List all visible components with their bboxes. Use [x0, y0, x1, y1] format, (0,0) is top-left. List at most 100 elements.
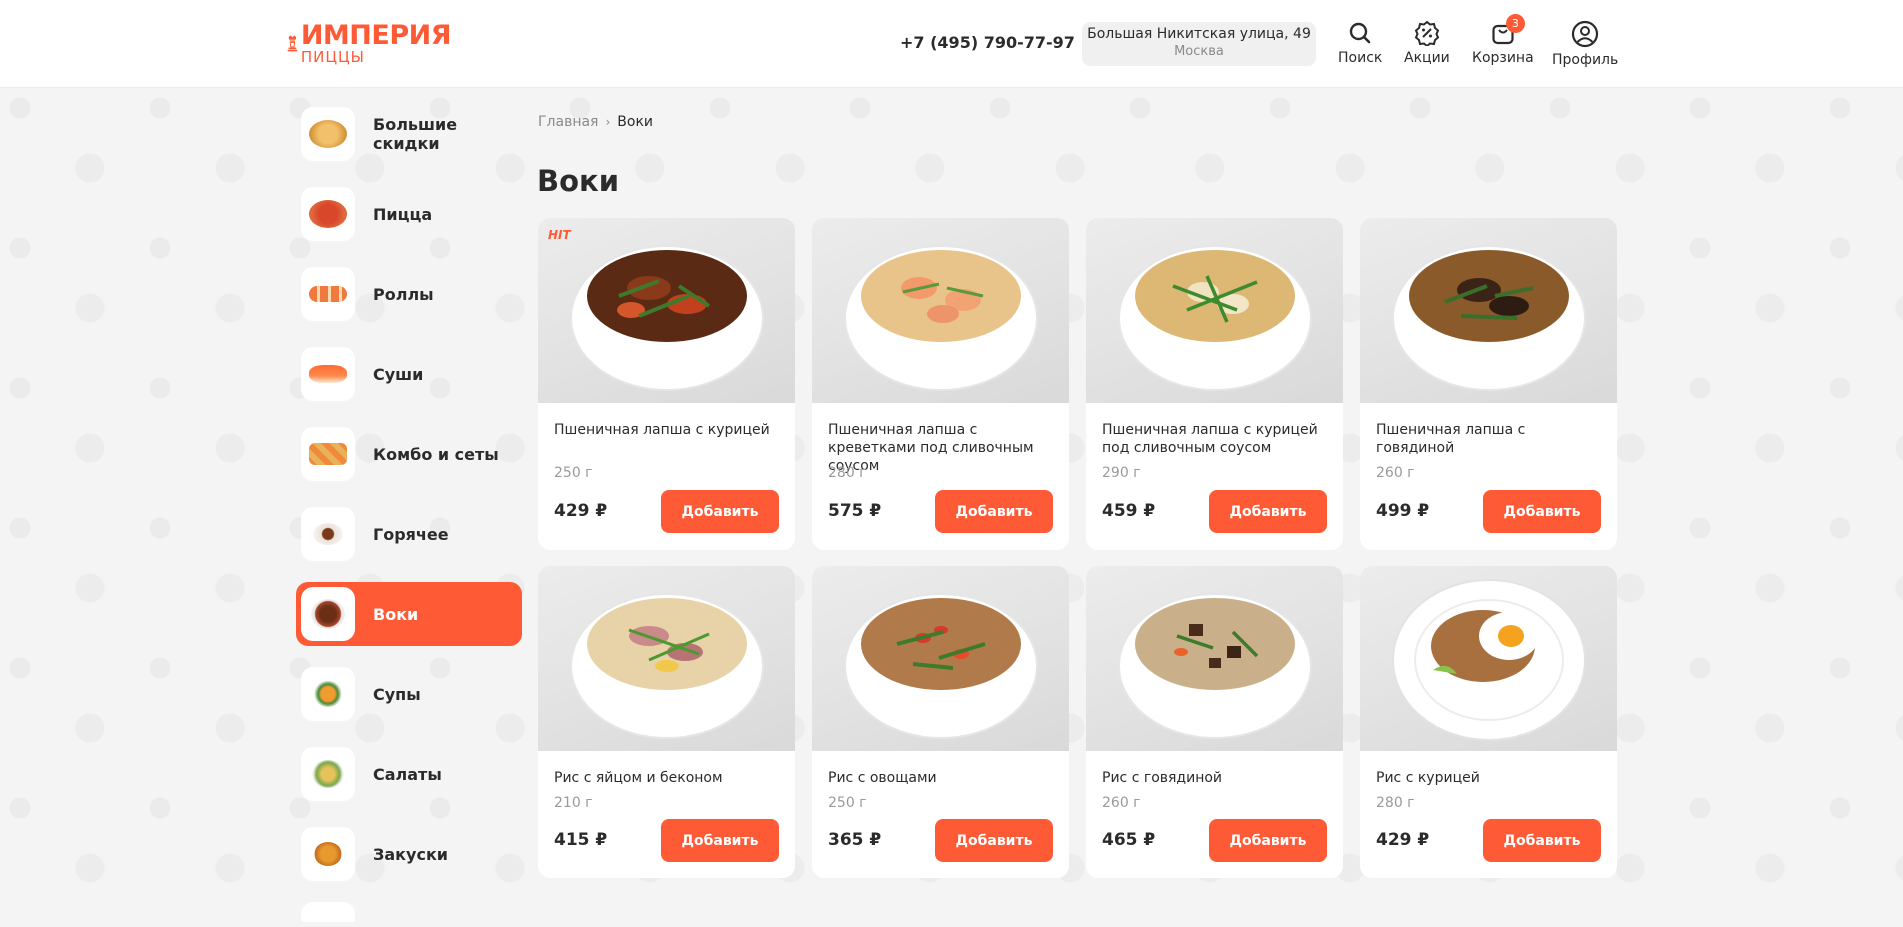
logo[interactable]: ИМПЕРИЯ ПИЦЦЫ — [286, 14, 452, 72]
rice-bowl-image — [1117, 592, 1312, 739]
sidebar-item-pizza[interactable]: Пицца — [296, 182, 522, 246]
hit-badge: HIT — [548, 228, 571, 242]
snacks-thumb-icon — [301, 827, 355, 881]
product-price: 365 ₽ — [828, 830, 882, 850]
product-image — [1360, 566, 1617, 751]
product-name: Рис с яйцом и беконом — [554, 770, 723, 786]
product-card[interactable]: Рис с говядиной 260 г 465 ₽ Добавить — [1086, 566, 1343, 878]
sidebar-item-label: Воки — [373, 604, 419, 624]
site-header: ИМПЕРИЯ ПИЦЦЫ +7 (495) 790-77-97 Большая… — [0, 0, 1903, 88]
product-price: 575 ₽ — [828, 501, 882, 521]
sidebar-item-hot[interactable]: Горячее — [296, 502, 522, 566]
page-title: Воки — [537, 164, 620, 198]
nav-search[interactable]: Поиск — [1338, 20, 1382, 66]
crown-logo-icon — [287, 35, 298, 52]
product-card[interactable]: Рис с яйцом и беконом 210 г 415 ₽ Добави… — [538, 566, 795, 878]
noodle-bowl-image — [569, 244, 764, 391]
add-to-cart-button[interactable]: Добавить — [661, 490, 779, 533]
noodle-bowl-image — [1391, 244, 1586, 391]
breadcrumb-home-link[interactable]: Главная — [538, 114, 598, 130]
category-sidebar: Большие скидки Пицца Роллы Суши Комбо и … — [296, 102, 522, 927]
combo-thumb-icon — [301, 427, 355, 481]
address-selector[interactable]: Большая Никитская улица, 49 Москва — [1082, 22, 1316, 66]
discount-badge-icon — [1414, 20, 1440, 46]
rolls-thumb-icon — [301, 267, 355, 321]
pizza-thumb-icon — [301, 107, 355, 161]
sidebar-item-big-discounts[interactable]: Большие скидки — [296, 102, 522, 166]
sidebar-item-salads[interactable]: Салаты — [296, 742, 522, 806]
add-to-cart-button[interactable]: Добавить — [1209, 490, 1327, 533]
sidebar-item-rolls[interactable]: Роллы — [296, 262, 522, 326]
add-to-cart-button[interactable]: Добавить — [1483, 819, 1601, 862]
product-name: Пшеничная лапша с курицей под сливочным … — [1102, 422, 1318, 456]
sidebar-item-label: Пицца — [373, 204, 433, 224]
add-to-cart-button[interactable]: Добавить — [1209, 819, 1327, 862]
rice-bowl-image — [843, 592, 1038, 739]
sidebar-item-label: Комбо и сеты — [373, 444, 499, 464]
nav-promos-label: Акции — [1404, 50, 1450, 66]
product-price: 429 ₽ — [554, 501, 608, 521]
nav-promos[interactable]: Акции — [1404, 20, 1450, 66]
rice-bowl-image — [569, 592, 764, 739]
product-name: Пшеничная лапша с курицей — [554, 422, 770, 438]
sidebar-item-woks[interactable]: Воки — [296, 582, 522, 646]
sidebar-item-label: Салаты — [373, 764, 442, 784]
product-name: Рис с курицей — [1376, 770, 1480, 786]
product-weight: 250 г — [828, 795, 867, 811]
product-card[interactable]: Рис с курицей 280 г 429 ₽ Добавить — [1360, 566, 1617, 878]
chevron-right-icon: › — [605, 115, 611, 129]
noodle-bowl-image — [843, 244, 1038, 391]
sidebar-item-more[interactable] — [296, 902, 522, 922]
product-weight: 210 г — [554, 795, 593, 811]
sidebar-item-label: Суши — [373, 364, 424, 384]
sidebar-item-sushi[interactable]: Суши — [296, 342, 522, 406]
add-to-cart-button[interactable]: Добавить — [1483, 490, 1601, 533]
product-name: Рис с говядиной — [1102, 770, 1223, 786]
nav-cart-label: Корзина — [1472, 50, 1534, 66]
add-to-cart-button[interactable]: Добавить — [935, 819, 1053, 862]
sidebar-item-combo[interactable]: Комбо и сеты — [296, 422, 522, 486]
logo-subtitle: ПИЦЦЫ — [300, 47, 365, 66]
product-image — [812, 566, 1069, 751]
product-card[interactable]: Пшеничная лапша с креветками под сливочн… — [812, 218, 1069, 550]
product-image — [1360, 218, 1617, 403]
dish-thumb-icon — [301, 902, 355, 922]
product-name: Пшеничная лапша с говядиной — [1376, 422, 1526, 456]
product-card[interactable]: HIT Пшеничная лапша с курицей 250 г 429 … — [538, 218, 795, 550]
product-weight: 290 г — [1102, 465, 1141, 481]
sidebar-item-label: Роллы — [373, 284, 434, 304]
nav-profile[interactable]: Профиль — [1552, 20, 1618, 68]
product-name: Рис с овощами — [828, 770, 937, 786]
nav-cart[interactable]: 3 Корзина — [1472, 14, 1534, 66]
sushi-thumb-icon — [301, 347, 355, 401]
address-city: Москва — [1174, 44, 1224, 59]
product-image: HIT — [538, 218, 795, 403]
product-card[interactable]: Пшеничная лапша с говядиной 260 г 499 ₽ … — [1360, 218, 1617, 550]
cart-count-badge: 3 — [1505, 14, 1525, 33]
product-card[interactable]: Рис с овощами 250 г 365 ₽ Добавить — [812, 566, 1069, 878]
product-weight: 260 г — [1102, 795, 1141, 811]
product-weight: 260 г — [1376, 465, 1415, 481]
product-price: 499 ₽ — [1376, 501, 1430, 521]
add-to-cart-button[interactable]: Добавить — [661, 819, 779, 862]
product-weight: 280 г — [1376, 795, 1415, 811]
product-card[interactable]: Пшеничная лапша с курицей под сливочным … — [1086, 218, 1343, 550]
product-image — [538, 566, 795, 751]
pizza-thumb-icon — [301, 187, 355, 241]
sidebar-item-soups[interactable]: Супы — [296, 662, 522, 726]
nav-profile-label: Профиль — [1552, 52, 1619, 68]
hot-dish-thumb-icon — [301, 507, 355, 561]
phone-number[interactable]: +7 (495) 790-77-97 — [900, 33, 1075, 52]
product-image — [1086, 218, 1343, 403]
breadcrumb: Главная › Воки — [538, 114, 653, 130]
address-street: Большая Никитская улица, 49 — [1087, 26, 1311, 42]
user-profile-icon — [1572, 20, 1599, 48]
sidebar-item-label: Супы — [373, 684, 421, 704]
sidebar-item-snacks[interactable]: Закуски — [296, 822, 522, 886]
soup-thumb-icon — [301, 667, 355, 721]
sidebar-item-label: Горячее — [373, 524, 449, 544]
add-to-cart-button[interactable]: Добавить — [935, 490, 1053, 533]
breadcrumb-current: Воки — [617, 114, 654, 130]
product-image — [1086, 566, 1343, 751]
search-icon — [1349, 22, 1371, 44]
